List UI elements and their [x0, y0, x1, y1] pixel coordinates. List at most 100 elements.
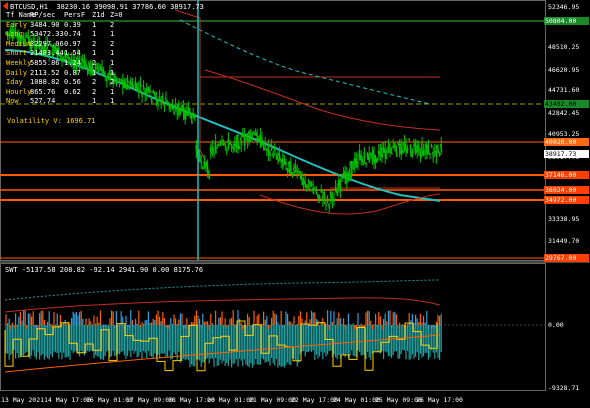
candle-body[interactable]: [175, 107, 179, 115]
candle-body[interactable]: [284, 161, 288, 165]
candle-body[interactable]: [227, 139, 230, 148]
candle-body[interactable]: [199, 159, 203, 165]
candle-body[interactable]: [193, 113, 197, 119]
candle-body[interactable]: [438, 152, 441, 156]
candle-body[interactable]: [292, 167, 296, 174]
candle-body[interactable]: [99, 67, 102, 72]
candle-body[interactable]: [25, 35, 28, 39]
candle-body[interactable]: [353, 158, 357, 168]
candle-body[interactable]: [163, 104, 166, 108]
candle-body[interactable]: [348, 168, 352, 178]
candle-body[interactable]: [140, 94, 144, 98]
candle-body[interactable]: [246, 133, 249, 144]
candle-body[interactable]: [427, 145, 430, 155]
candle-body[interactable]: [374, 154, 377, 164]
candle-body[interactable]: [334, 187, 337, 193]
candle-body[interactable]: [209, 147, 213, 154]
candle-body[interactable]: [387, 146, 390, 153]
candle-body[interactable]: [401, 149, 405, 154]
candle-body[interactable]: [356, 161, 360, 164]
candle-body[interactable]: [206, 161, 209, 177]
candle-body[interactable]: [375, 158, 379, 162]
candle-body[interactable]: [345, 172, 349, 183]
candle-body[interactable]: [81, 57, 85, 64]
candle-body[interactable]: [342, 172, 345, 179]
candle-body[interactable]: [289, 160, 293, 173]
candle-body[interactable]: [267, 144, 270, 155]
candle-body[interactable]: [367, 153, 371, 163]
candle-body[interactable]: [425, 144, 429, 156]
candle-body[interactable]: [268, 151, 272, 157]
candle-body[interactable]: [255, 131, 259, 144]
candle-body[interactable]: [275, 157, 278, 160]
candle-body[interactable]: [187, 107, 190, 111]
candle-body[interactable]: [411, 152, 414, 156]
ma-dashed-line[interactable]: [179, 19, 431, 105]
candle-body[interactable]: [233, 143, 237, 148]
candle-body[interactable]: [156, 101, 160, 106]
candle-body[interactable]: [430, 144, 433, 148]
candle-body[interactable]: [420, 143, 424, 156]
candle-body[interactable]: [385, 150, 389, 154]
candle-body[interactable]: [139, 83, 142, 87]
candle-body[interactable]: [398, 143, 401, 155]
candle-body[interactable]: [203, 161, 206, 168]
candle-body[interactable]: [380, 147, 384, 158]
candle-body[interactable]: [395, 146, 398, 157]
candle-body[interactable]: [423, 149, 427, 154]
candle-body[interactable]: [319, 189, 323, 193]
candle-body[interactable]: [119, 78, 123, 84]
candle-body[interactable]: [126, 77, 129, 83]
candle-body[interactable]: [414, 142, 417, 154]
candle-body[interactable]: [86, 66, 89, 74]
candle-body[interactable]: [254, 132, 257, 137]
candle-body[interactable]: [326, 196, 329, 202]
candle-body[interactable]: [339, 179, 342, 192]
candle-body[interactable]: [396, 142, 400, 146]
candle-body[interactable]: [279, 159, 283, 164]
candle-body[interactable]: [393, 142, 397, 149]
candle-body[interactable]: [433, 150, 436, 154]
candle-body[interactable]: [169, 104, 172, 108]
candle-body[interactable]: [399, 143, 403, 155]
candle-body[interactable]: [123, 81, 126, 89]
candle-body[interactable]: [388, 144, 392, 152]
candle-body[interactable]: [435, 150, 438, 158]
candle-body[interactable]: [403, 142, 406, 150]
candle-body[interactable]: [350, 160, 353, 174]
candle-body[interactable]: [390, 151, 393, 155]
candle-body[interactable]: [121, 79, 125, 89]
candle-body[interactable]: [145, 88, 149, 96]
candle-body[interactable]: [300, 174, 304, 186]
candle-body[interactable]: [419, 151, 422, 158]
candle-body[interactable]: [260, 136, 264, 142]
candle-body[interactable]: [235, 140, 238, 149]
band-upper-line[interactable]: [204, 69, 441, 131]
candle-body[interactable]: [222, 139, 225, 143]
candle-body[interactable]: [155, 95, 158, 104]
candle-body[interactable]: [95, 63, 99, 69]
candle-body[interactable]: [167, 101, 171, 109]
candle-body[interactable]: [164, 97, 168, 104]
candle-body[interactable]: [190, 112, 193, 124]
candle-body[interactable]: [262, 142, 265, 151]
candle-body[interactable]: [308, 180, 312, 187]
candle-body[interactable]: [113, 73, 117, 80]
candle-body[interactable]: [259, 134, 262, 149]
candle-body[interactable]: [417, 144, 421, 151]
candle-body[interactable]: [278, 153, 281, 160]
candle-body[interactable]: [185, 111, 189, 117]
candle-body[interactable]: [363, 151, 366, 159]
candle-body[interactable]: [147, 87, 150, 92]
candle-body[interactable]: [406, 148, 409, 151]
candle-body[interactable]: [216, 146, 219, 149]
candle-body[interactable]: [239, 137, 243, 146]
candle-body[interactable]: [283, 158, 286, 165]
candle-body[interactable]: [195, 145, 198, 155]
candle-body[interactable]: [211, 146, 214, 152]
candle-body[interactable]: [214, 141, 217, 154]
candle-body[interactable]: [436, 145, 440, 154]
candle-body[interactable]: [204, 162, 208, 167]
candle-body[interactable]: [409, 144, 413, 157]
candle-body[interactable]: [252, 131, 256, 136]
